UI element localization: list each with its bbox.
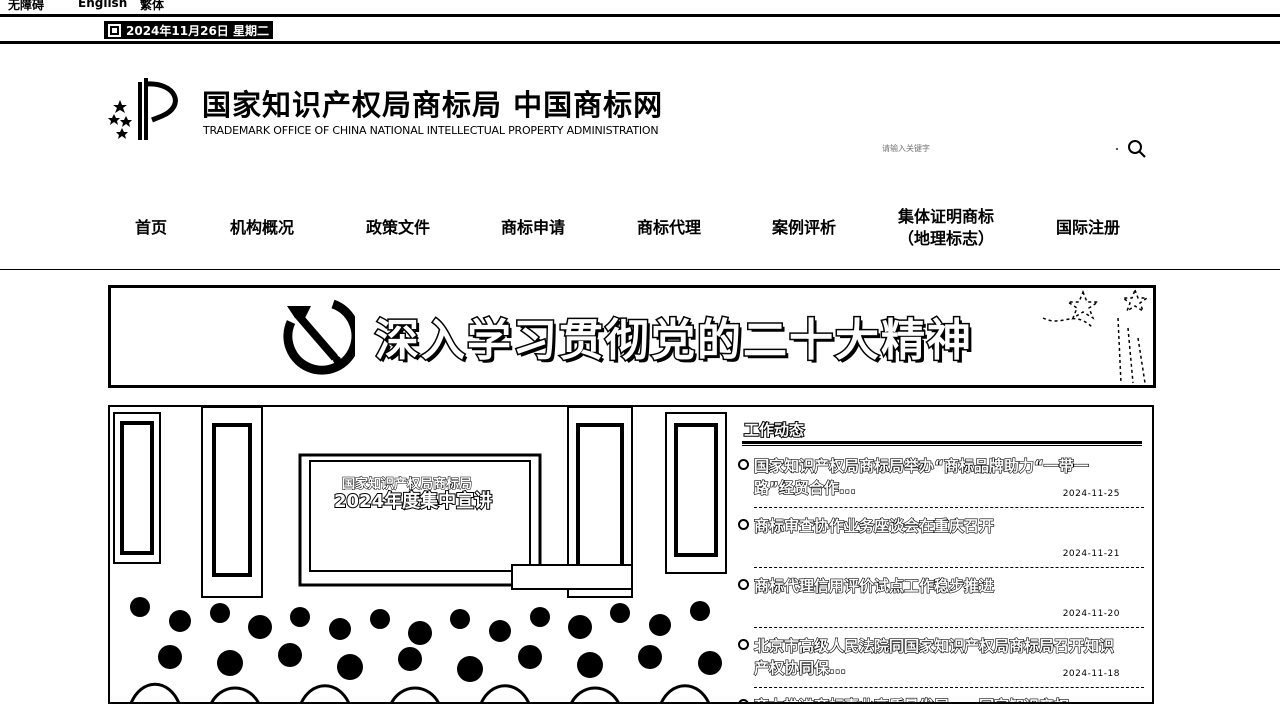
nav-item-cases[interactable]: 案例评析 — [772, 196, 836, 260]
news-item-date: 2024-11-25 — [1062, 489, 1120, 499]
search-button[interactable] — [1116, 138, 1148, 160]
screen-headline: 2024年度集中宣讲 — [333, 490, 493, 513]
search-box — [880, 136, 1148, 162]
featured-photo[interactable]: 国家知识产权局商标局 2024年度集中宣讲 — [108, 405, 732, 704]
nav-item-collective-marks[interactable]: 集体证明商标 （地理标志） — [898, 196, 994, 260]
bullet-icon — [738, 699, 749, 702]
news-header-rule-thin — [742, 445, 1142, 446]
bullet-icon — [738, 459, 749, 470]
party-banner[interactable]: 深入学习贯彻党的二十大精神 — [108, 285, 1156, 388]
main-nav: 首页 机构概况 政策文件 商标申请 商标代理 案例评析 集体证明商标 （地理标志… — [0, 196, 1280, 270]
nav-item-policy[interactable]: 政策文件 — [366, 196, 430, 260]
news-separator — [754, 627, 1144, 628]
nav-item-organization[interactable]: 机构概况 — [230, 196, 294, 260]
nav-item-international[interactable]: 国际注册 — [1056, 196, 1120, 260]
search-divider-dot — [1116, 148, 1118, 150]
calendar-icon — [108, 23, 121, 37]
news-item-date: 2024-11-21 — [1062, 549, 1120, 559]
banner-decoration-icon — [1042, 288, 1150, 384]
site-title: 国家知识产权局商标局 中国商标网 — [202, 88, 664, 122]
news-item-date: 2024-11-18 — [1062, 669, 1120, 679]
util-link-accessibility[interactable]: 无障碍 — [8, 0, 44, 13]
search-input[interactable] — [880, 137, 1100, 160]
cnipa-logo-icon[interactable] — [106, 76, 190, 142]
party-emblem-icon — [283, 299, 355, 375]
news-item-title[interactable]: 商标代理信用评价试点工作稳步推进 — [753, 575, 1128, 597]
bullet-icon — [738, 519, 749, 530]
util-link-traditional[interactable]: 繁体 — [140, 0, 164, 13]
bullet-icon — [738, 579, 749, 590]
date-bar: 2024年11月26日 星期二 — [0, 14, 1280, 44]
news-separator — [754, 687, 1144, 688]
news-item[interactable]: 商标代理信用评价试点工作稳步推进 2024-11-20 — [738, 575, 1144, 631]
nav-item-application[interactable]: 商标申请 — [501, 196, 565, 260]
current-date: 2024年11月26日 星期二 — [126, 23, 269, 38]
news-item[interactable]: 北京市高级人民法院同国家知识产权局商标局召开知识产权协同保... 2024-11… — [738, 635, 1144, 691]
work-news-panel: 工作动态 国家知识产权局商标局举办“商标品牌助力“一带一路”经贸合作... 20… — [730, 405, 1154, 704]
news-item[interactable]: 商标审查协作业务座谈会在重庆召开 2024-11-21 — [738, 515, 1144, 571]
news-item-date: 2024-11-20 — [1062, 609, 1120, 619]
news-header-rule — [742, 441, 1142, 444]
news-item[interactable]: 齐力推进商标事业高质量发展——国家知识产权 — [738, 695, 1138, 702]
date-badge: 2024年11月26日 星期二 — [104, 21, 273, 39]
news-separator — [754, 567, 1144, 568]
search-icon — [1128, 140, 1146, 158]
news-item[interactable]: 国家知识产权局商标局举办“商标品牌助力“一带一路”经贸合作... 2024-11… — [738, 455, 1144, 511]
banner-slogan: 深入学习贯彻党的二十大精神 — [374, 314, 973, 368]
util-link-english[interactable]: English — [78, 0, 127, 10]
news-item-title[interactable]: 齐力推进商标事业高质量发展——国家知识产权 — [753, 695, 1128, 702]
nav-item-home[interactable]: 首页 — [135, 196, 167, 260]
conference-hall-image — [113, 407, 727, 702]
bullet-icon — [738, 639, 749, 650]
news-item-title[interactable]: 商标审查协作业务座谈会在重庆召开 — [753, 515, 1128, 537]
top-utility-strip: 无障碍 English 繁体 — [0, 0, 1280, 14]
news-separator — [754, 507, 1144, 508]
news-section-title[interactable]: 工作动态 — [743, 419, 805, 440]
nav-item-agency[interactable]: 商标代理 — [637, 196, 701, 260]
site-subtitle: TRADEMARK OFFICE OF CHINA NATIONAL INTEL… — [203, 124, 659, 137]
